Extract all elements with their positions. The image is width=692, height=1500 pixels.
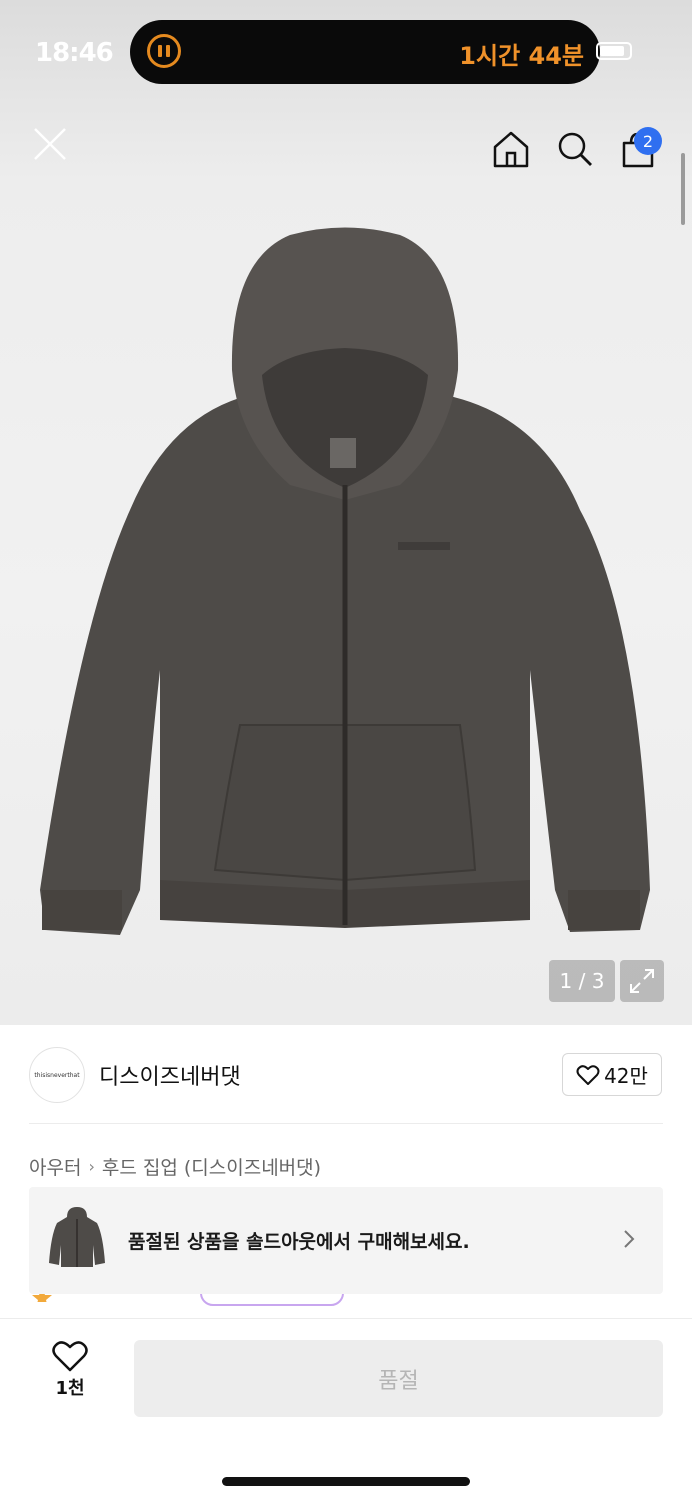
search-icon bbox=[558, 132, 592, 166]
brand-like-button[interactable]: 42만 bbox=[562, 1053, 662, 1096]
status-time: 18:46 bbox=[35, 38, 114, 68]
expand-icon bbox=[630, 969, 654, 993]
badge-partial bbox=[200, 1294, 344, 1306]
image-counter: 1 / 3 bbox=[549, 960, 615, 1002]
island-timer: 1시간 44분 bbox=[459, 42, 584, 70]
soldout-banner[interactable]: 품절된 상품을 솔드아웃에서 구매해보세요. bbox=[29, 1187, 663, 1294]
close-button[interactable] bbox=[28, 122, 72, 166]
wish-count: 1천 bbox=[55, 1378, 85, 1399]
soldout-button[interactable]: 품절 bbox=[134, 1340, 663, 1417]
scrollbar[interactable] bbox=[681, 153, 685, 225]
breadcrumb-category[interactable]: 아우터 bbox=[29, 1153, 81, 1180]
battery-icon bbox=[596, 42, 632, 60]
close-icon bbox=[34, 128, 66, 160]
divider bbox=[29, 1123, 663, 1124]
brand-logo-text: thisisneverthat bbox=[34, 1071, 80, 1079]
pause-icon[interactable] bbox=[147, 34, 181, 68]
chevron-right-icon bbox=[624, 1230, 635, 1248]
search-button[interactable] bbox=[553, 127, 597, 171]
chevron-right-icon: › bbox=[88, 1157, 95, 1176]
star-icon bbox=[32, 1294, 52, 1302]
cart-count-badge: 2 bbox=[634, 127, 662, 155]
brand-like-count: 42만 bbox=[604, 1064, 648, 1088]
banner-text: 품절된 상품을 솔드아웃에서 구매해보세요. bbox=[128, 1231, 470, 1253]
heart-icon bbox=[576, 1064, 600, 1085]
home-indicator[interactable] bbox=[222, 1477, 470, 1486]
breadcrumb-subcategory[interactable]: 후드 집업 (디스이즈네버댓) bbox=[102, 1153, 321, 1180]
dynamic-island[interactable]: 1시간 44분 bbox=[130, 20, 600, 84]
breadcrumb: 아우터 › 후드 집업 (디스이즈네버댓) bbox=[29, 1153, 321, 1180]
banner-product-thumbnail bbox=[49, 1207, 105, 1267]
home-icon bbox=[493, 131, 529, 168]
home-button[interactable] bbox=[489, 127, 533, 171]
brand-logo[interactable]: thisisneverthat bbox=[29, 1047, 85, 1103]
product-image bbox=[40, 227, 650, 935]
heart-icon bbox=[52, 1341, 88, 1372]
rating-row-partial bbox=[29, 1294, 663, 1308]
wish-button[interactable]: 1천 bbox=[36, 1340, 104, 1416]
brand-name[interactable]: 디스이즈네버댓 bbox=[99, 1059, 241, 1091]
expand-image-button[interactable] bbox=[620, 960, 664, 1002]
